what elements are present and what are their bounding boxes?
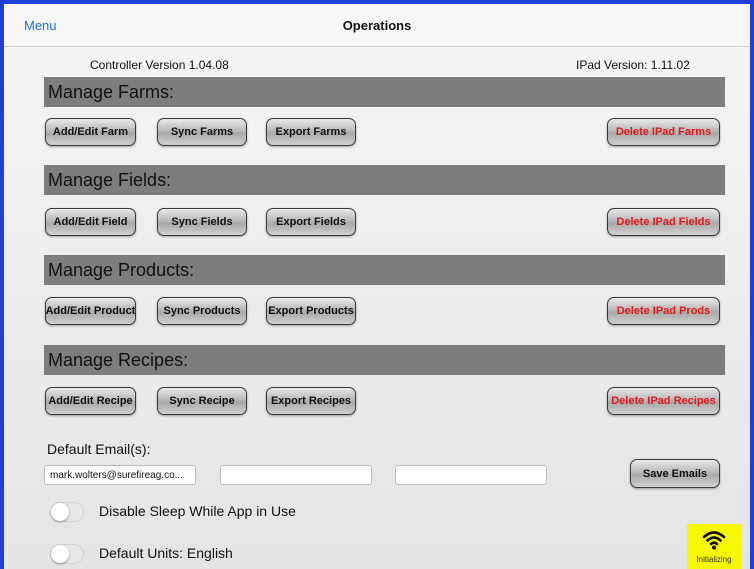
section-title-farms: Manage Farms:	[48, 82, 175, 102]
toggle-knob	[51, 503, 69, 521]
email-field-1[interactable]	[44, 465, 196, 485]
toggle-knob	[51, 545, 69, 563]
wifi-icon	[702, 531, 726, 550]
export-fields-button[interactable]: Export Fields	[266, 208, 356, 236]
app-window: Menu Operations Controller Version 1.04.…	[0, 0, 754, 569]
delete-ipad-farms-button[interactable]: Delete IPad Farms	[607, 118, 720, 146]
connection-status: Initializing	[687, 524, 741, 569]
export-recipes-button[interactable]: Export Recipes	[266, 387, 356, 415]
status-text: Initializing	[696, 555, 732, 564]
section-header-recipes: Manage Recipes:	[44, 345, 725, 375]
section-header-fields: Manage Fields:	[44, 165, 725, 195]
email-field-3[interactable]	[395, 465, 547, 485]
save-emails-button[interactable]: Save Emails	[630, 459, 720, 488]
section-title-recipes: Manage Recipes:	[48, 350, 189, 370]
sync-products-button[interactable]: Sync Products	[157, 297, 247, 325]
default-emails-label: Default Email(s):	[47, 441, 151, 457]
default-units-toggle[interactable]	[50, 544, 84, 564]
delete-ipad-prods-button[interactable]: Delete IPad Prods	[607, 297, 720, 325]
sync-recipe-button[interactable]: Sync Recipe	[157, 387, 247, 415]
sync-farms-button[interactable]: Sync Farms	[157, 118, 247, 146]
export-farms-button[interactable]: Export Farms	[266, 118, 356, 146]
disable-sleep-label: Disable Sleep While App in Use	[99, 503, 296, 519]
ipad-version: IPad Version: 1.11.02	[576, 58, 690, 72]
add-edit-field-button[interactable]: Add/Edit Field	[45, 208, 136, 236]
section-header-products: Manage Products:	[44, 255, 725, 285]
disable-sleep-toggle[interactable]	[50, 502, 84, 522]
section-header-farms: Manage Farms:	[44, 77, 725, 107]
default-units-label: Default Units: English	[99, 545, 233, 561]
export-products-button[interactable]: Export Products	[266, 297, 356, 325]
page-title: Operations	[342, 18, 412, 33]
delete-ipad-recipes-button[interactable]: Delete IPad Recipes	[607, 387, 720, 415]
add-edit-farm-button[interactable]: Add/Edit Farm	[45, 118, 136, 146]
add-edit-product-button[interactable]: Add/Edit Product	[45, 297, 136, 325]
controller-version: Controller Version 1.04.08	[90, 58, 229, 72]
section-title-products: Manage Products:	[48, 260, 195, 280]
add-edit-recipe-button[interactable]: Add/Edit Recipe	[45, 387, 136, 415]
section-title-fields: Manage Fields:	[48, 170, 172, 190]
nav-bar: Menu Operations	[4, 4, 750, 47]
sync-fields-button[interactable]: Sync Fields	[157, 208, 247, 236]
delete-ipad-fields-button[interactable]: Delete IPad Fields	[607, 208, 720, 236]
email-field-2[interactable]	[220, 465, 372, 485]
